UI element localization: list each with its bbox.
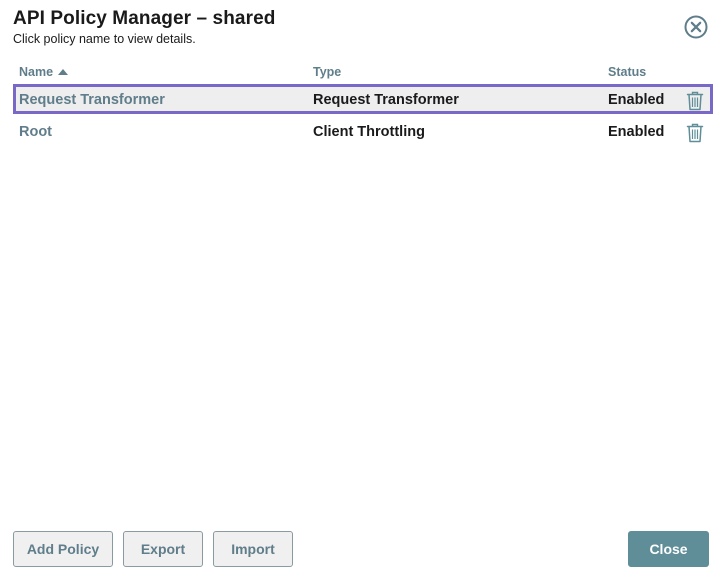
close-circle-icon[interactable] — [684, 15, 708, 39]
trash-icon[interactable] — [686, 123, 704, 143]
dialog-footer: Add Policy Export Import Close — [0, 531, 726, 567]
table-row[interactable]: Request Transformer Request Transformer … — [13, 84, 713, 114]
dialog-title: API Policy Manager – shared — [13, 8, 276, 29]
policy-table: Name Type Status Request Transformer Req… — [13, 62, 713, 146]
trash-icon[interactable] — [686, 91, 704, 111]
policy-type: Request Transformer — [313, 92, 459, 108]
column-header-type: Type — [313, 65, 342, 79]
dialog-header: API Policy Manager – shared Click policy… — [13, 8, 275, 46]
policy-name-link[interactable]: Request Transformer — [19, 92, 165, 108]
export-button[interactable]: Export — [123, 531, 203, 567]
import-button[interactable]: Import — [213, 531, 293, 567]
dialog-subtitle: Click policy name to view details. — [13, 32, 196, 46]
policy-type: Client Throttling — [313, 124, 425, 140]
column-header-name[interactable]: Name — [19, 65, 69, 79]
policy-name-link[interactable]: Root — [19, 124, 52, 140]
sort-ascending-icon — [58, 68, 69, 75]
column-header-name-label: Name — [19, 65, 54, 79]
add-policy-button[interactable]: Add Policy — [13, 531, 113, 567]
close-button[interactable]: Close — [628, 531, 709, 567]
table-header: Name Type Status — [13, 62, 713, 82]
table-row[interactable]: Root Client Throttling Enabled — [13, 116, 713, 146]
policy-status: Enabled — [608, 124, 665, 140]
policy-status: Enabled — [608, 92, 665, 108]
column-header-status: Status — [608, 65, 647, 79]
